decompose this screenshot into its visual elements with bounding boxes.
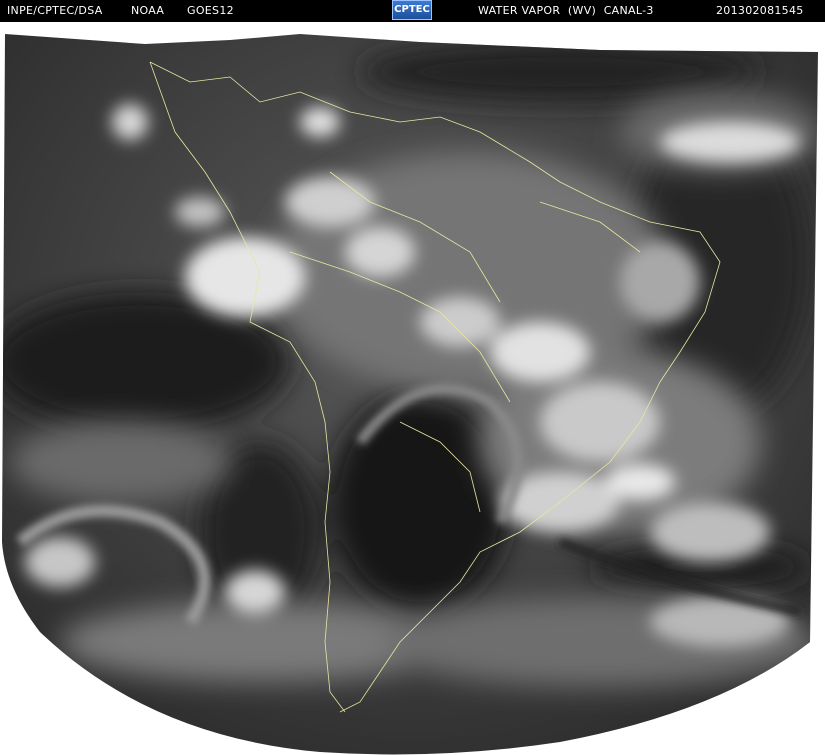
satellite-label: GOES12: [187, 4, 234, 17]
agency-label: NOAA: [131, 4, 165, 17]
source-label: INPE/CPTEC/DSA: [7, 4, 103, 17]
product-label: WATER VAPOR (WV) CANAL-3: [478, 4, 654, 17]
header-bar: INPE/CPTEC/DSA NOAA GOES12 CPTEC WATER V…: [0, 0, 825, 22]
timestamp-label: 201302081545: [716, 4, 804, 17]
cptec-logo: CPTEC: [392, 0, 432, 20]
satellite-image: [2, 34, 818, 755]
